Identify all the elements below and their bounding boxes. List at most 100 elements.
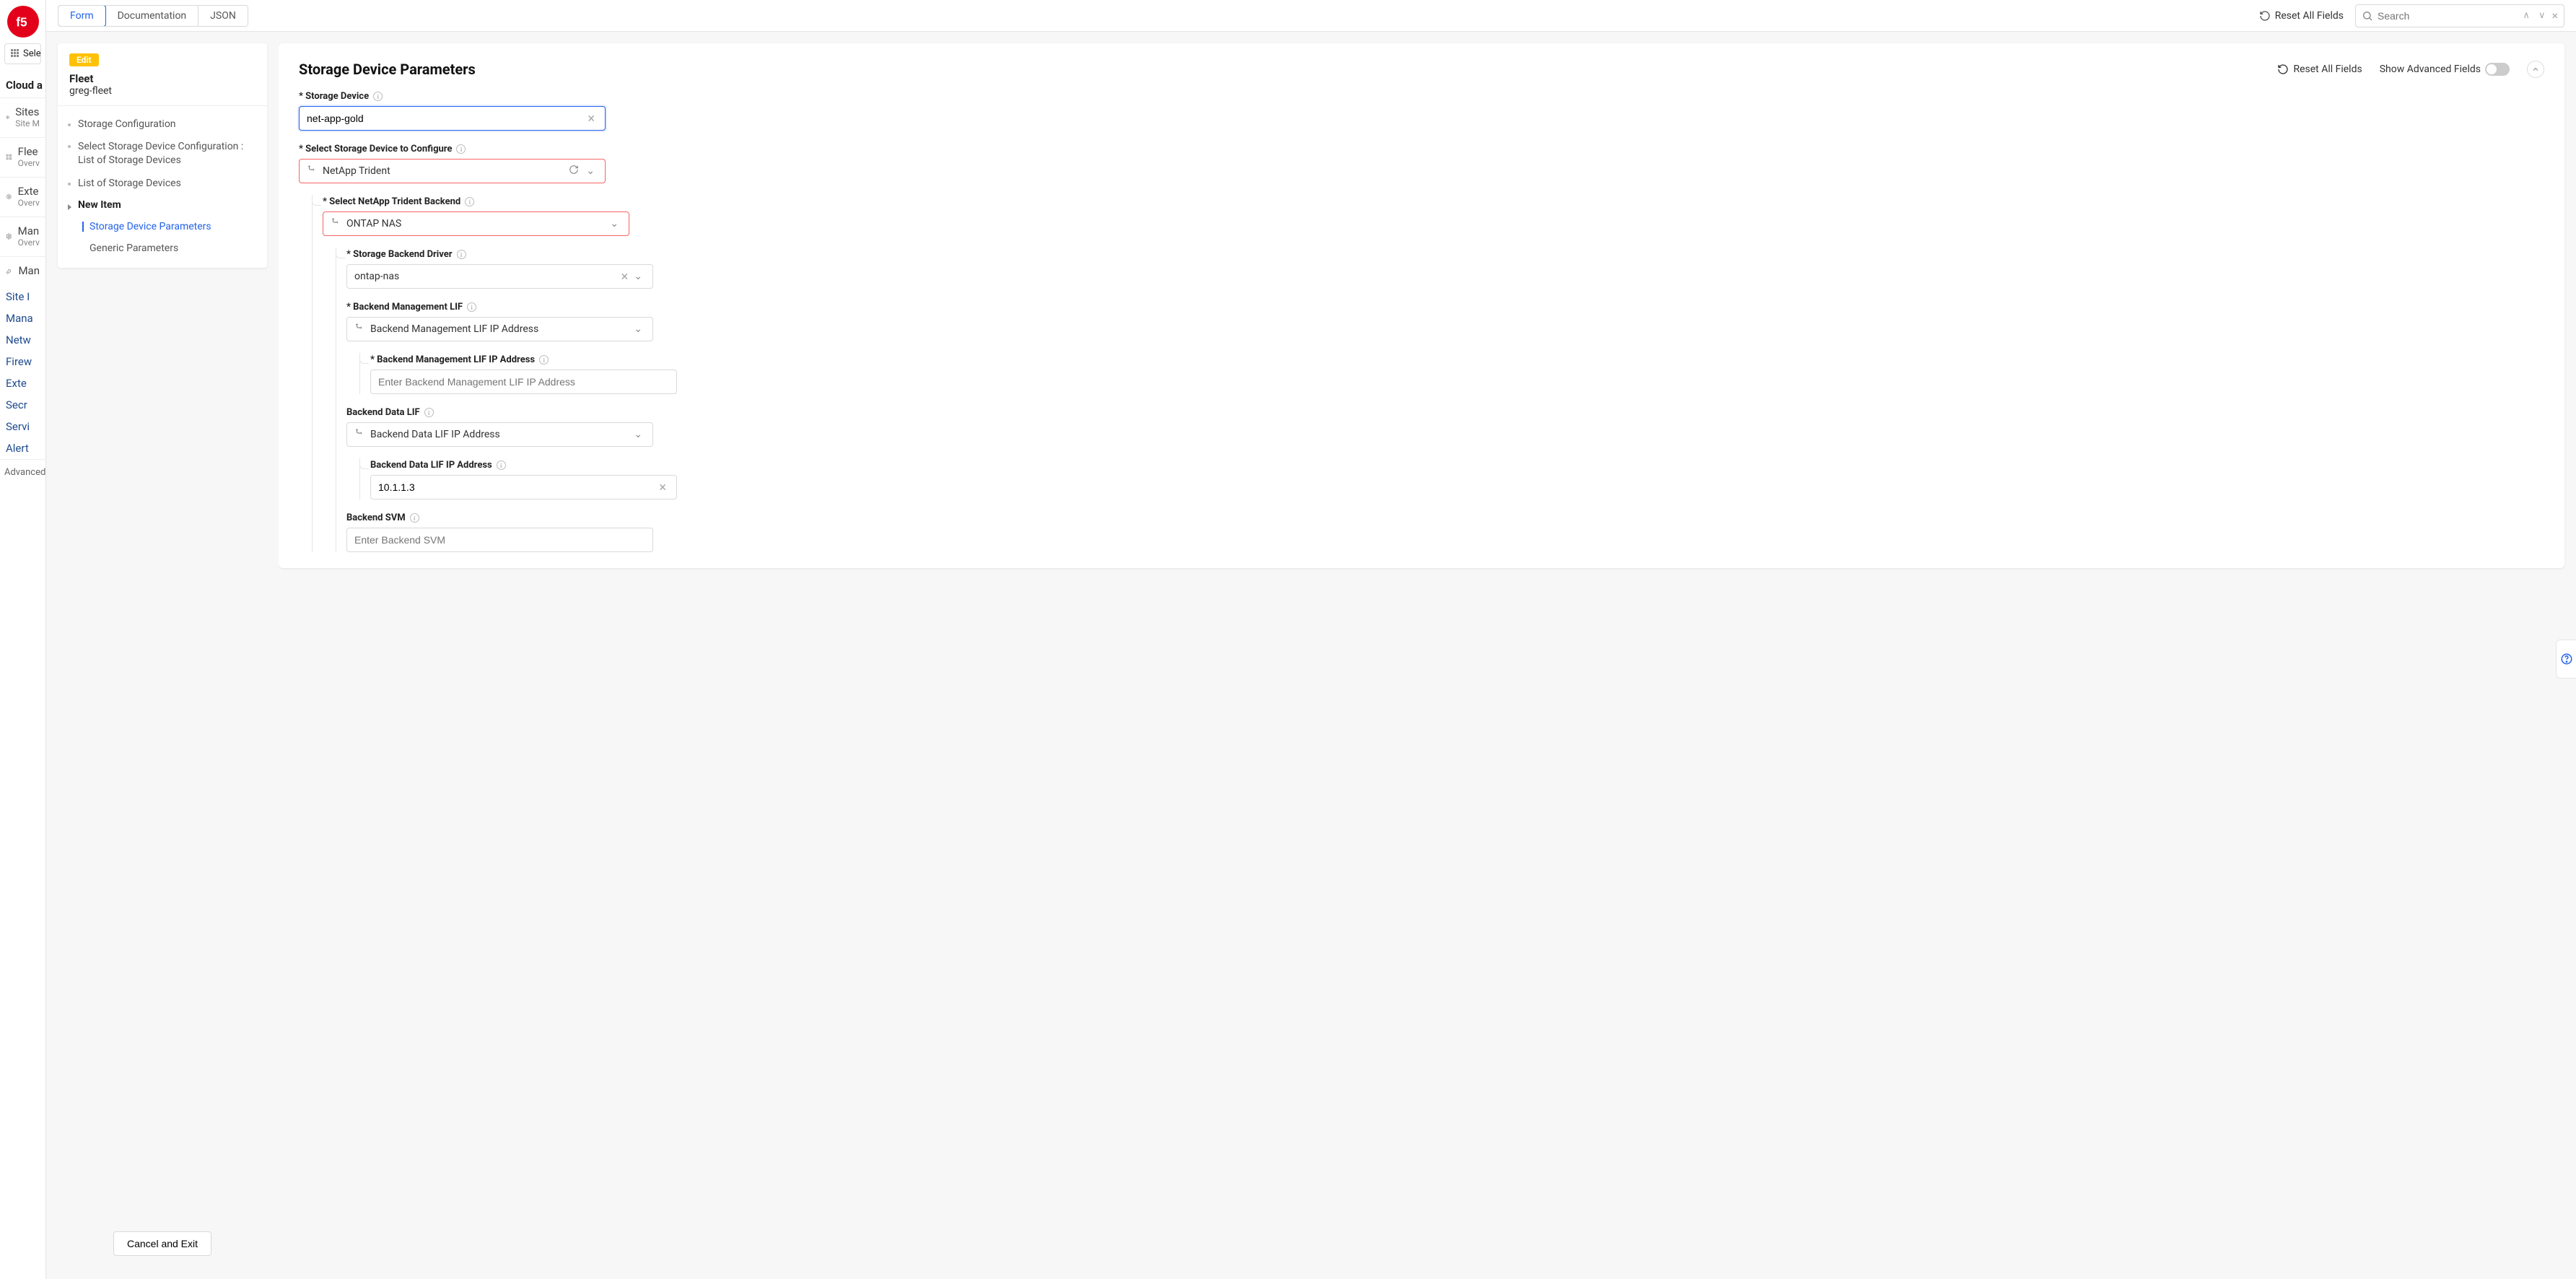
bg-link-servi[interactable]: Servi (0, 416, 45, 437)
bg-link-netw[interactable]: Netw (0, 329, 45, 351)
target-icon (6, 191, 12, 202)
clear-icon[interactable]: × (585, 111, 598, 126)
mgmt-lif-ip-input-wrap[interactable] (370, 370, 677, 394)
bg-section-ext[interactable]: ExteOverv (0, 178, 45, 211)
backend-driver-label: Storage Backend Driver (346, 249, 453, 260)
tab-documentation[interactable]: Documentation (105, 6, 198, 26)
search-clear-icon[interactable]: × (2551, 9, 2558, 22)
mgmt-lif-ip-input[interactable] (378, 376, 669, 388)
backend-svm-label: Backend SVM (346, 512, 406, 523)
bg-select-label: Select (23, 48, 41, 59)
storage-device-input-wrap[interactable]: × (299, 106, 606, 131)
gear-icon (6, 231, 12, 242)
branch-icon (354, 323, 370, 336)
tree-item-new-item[interactable]: New Item (58, 194, 267, 216)
search-box[interactable]: ∧ ∨ × (2355, 4, 2564, 27)
bg-section-manage1[interactable]: ManOverv (0, 217, 45, 250)
clear-icon[interactable]: × (656, 480, 669, 495)
info-icon[interactable]: i (539, 355, 549, 365)
info-icon[interactable]: i (497, 460, 506, 470)
tree-item-select-storage-device-config[interactable]: Select Storage Device Configuration : Li… (58, 135, 267, 173)
data-lif-dropdown[interactable]: Backend Data LIF IP Address ⌄ (346, 422, 653, 447)
data-lif-ip-label: Backend Data LIF IP Address (370, 460, 492, 471)
tree-item-storage-device-parameters[interactable]: Storage Device Parameters (58, 216, 267, 237)
bg-section-manage2[interactable]: Man (0, 257, 45, 280)
bg-section-sites[interactable]: SitesSite M (0, 98, 45, 131)
cancel-exit-button[interactable]: Cancel and Exit (113, 1231, 211, 1256)
mgmt-lif-label: Backend Management LIF (346, 302, 463, 313)
info-icon[interactable]: i (467, 302, 476, 312)
info-icon[interactable]: i (410, 513, 419, 523)
info-icon[interactable]: i (457, 250, 466, 259)
chevron-down-icon[interactable]: ⌄ (631, 429, 645, 440)
bg-link-exte[interactable]: Exte (0, 372, 45, 394)
globe-icon (6, 112, 9, 123)
backend-svm-input-wrap[interactable] (346, 528, 653, 552)
grid-icon (11, 49, 19, 59)
info-icon[interactable]: i (373, 92, 383, 101)
nav-tree-panel: Edit Fleet greg-fleet Storage Configurat… (58, 43, 267, 1267)
tab-json[interactable]: JSON (198, 6, 248, 26)
mgmt-lif-ip-label: Backend Management LIF IP Address (370, 354, 535, 365)
info-icon[interactable]: i (465, 197, 474, 206)
mgmt-lif-dropdown[interactable]: Backend Management LIF IP Address ⌄ (346, 317, 653, 341)
collapse-card-icon[interactable] (2527, 61, 2544, 78)
backend-svm-input[interactable] (354, 534, 645, 546)
form-scroll-area: Storage Device Parameters Reset All Fiel… (279, 32, 2576, 1279)
bg-section-fleets[interactable]: FleeOverv (0, 138, 45, 171)
svg-text:f5: f5 (16, 15, 27, 30)
search-input[interactable] (2378, 10, 2516, 22)
data-lif-ip-input[interactable] (378, 481, 656, 493)
bg-link-firew[interactable]: Firew (0, 351, 45, 372)
data-lif-label: Backend Data LIF (346, 407, 420, 418)
wrench-icon (6, 266, 12, 276)
search-icon (2362, 10, 2373, 22)
backend-driver-dropdown[interactable]: ontap-nas × ⌄ (346, 264, 653, 289)
branch-icon (307, 165, 323, 178)
bg-select-service-button[interactable]: Select (4, 43, 41, 64)
tree-subtitle: greg-fleet (69, 85, 256, 97)
bg-advanced-label: Advanced (0, 459, 45, 485)
tab-form[interactable]: Form (58, 5, 106, 27)
bg-link-mana[interactable]: Mana (0, 307, 45, 329)
f5-logo-icon: f5 (7, 6, 39, 38)
bg-link-secr[interactable]: Secr (0, 394, 45, 416)
netapp-backend-dropdown[interactable]: ONTAP NAS ⌄ (323, 211, 629, 236)
clear-icon[interactable]: × (619, 269, 632, 284)
help-fab[interactable] (2556, 640, 2576, 678)
undo-icon (2259, 10, 2271, 22)
data-lif-ip-input-wrap[interactable]: × (370, 475, 677, 499)
branch-icon (354, 428, 370, 441)
view-mode-tabs: Form Documentation JSON (58, 5, 248, 27)
toggle-advanced-icon[interactable] (2485, 63, 2510, 76)
bg-link-alert[interactable]: Alert (0, 437, 45, 459)
form-title: Storage Device Parameters (299, 61, 476, 78)
chevron-up-icon (2531, 65, 2540, 74)
chevron-down-icon[interactable]: ⌄ (631, 323, 645, 335)
search-prev-icon[interactable]: ∧ (2520, 10, 2532, 21)
reset-all-fields-card[interactable]: Reset All Fields (2277, 64, 2362, 75)
branch-icon (331, 217, 346, 230)
bg-link-site[interactable]: Site I (0, 286, 45, 307)
help-icon (2560, 652, 2573, 665)
tree-item-list-storage-devices[interactable]: List of Storage Devices (58, 173, 267, 194)
netapp-backend-label: Select NetApp Trident Backend (323, 196, 460, 207)
select-storage-device-label: Select Storage Device to Configure (299, 144, 452, 154)
info-icon[interactable]: i (456, 144, 466, 154)
chevron-down-icon[interactable]: ⌄ (607, 218, 621, 230)
reset-all-fields-top[interactable]: Reset All Fields (2259, 10, 2344, 22)
edit-badge: Edit (69, 53, 99, 66)
chevron-down-icon[interactable]: ⌄ (583, 165, 598, 177)
bg-left-nav: f5 Select Cloud a SitesSite M FleeOverv … (0, 0, 46, 1279)
tree-item-storage-config[interactable]: Storage Configuration (58, 113, 267, 135)
show-advanced-toggle[interactable]: Show Advanced Fields (2380, 63, 2510, 76)
info-icon[interactable]: i (424, 408, 434, 417)
editor-topbar: Form Documentation JSON Reset All Fields… (46, 0, 2576, 32)
refresh-icon[interactable] (564, 165, 583, 178)
chevron-down-icon[interactable]: ⌄ (631, 271, 645, 282)
select-storage-device-dropdown[interactable]: NetApp Trident ⌄ (299, 159, 606, 183)
tree-item-generic-parameters[interactable]: Generic Parameters (58, 237, 267, 259)
storage-device-input[interactable] (307, 113, 585, 124)
undo-icon (2277, 64, 2289, 75)
search-next-icon[interactable]: ∨ (2536, 10, 2548, 21)
